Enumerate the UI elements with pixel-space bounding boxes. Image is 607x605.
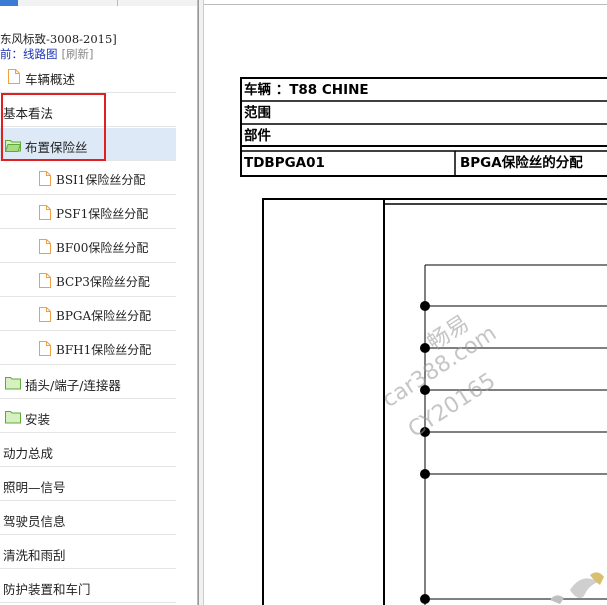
file-icon xyxy=(39,273,51,288)
tree-item-label: BF00保险丝分配 xyxy=(56,241,149,255)
tree-item-label: BPGA保险丝分配 xyxy=(56,309,152,323)
folder-icon xyxy=(5,411,21,424)
tree-item-label: 清洗和雨刮 xyxy=(3,548,66,563)
tree-item-connectors[interactable]: 插头/端子/连接器 xyxy=(0,366,176,399)
tree-item-vehicle-overview[interactable]: 车辆概述 xyxy=(0,60,176,93)
active-tab[interactable] xyxy=(0,0,18,6)
file-icon xyxy=(39,205,51,220)
tree-item-label: 车辆概述 xyxy=(25,72,76,87)
document-title: 东风标致-3008-2015] xyxy=(0,32,117,46)
tree-item-label: 插头/端子/连接器 xyxy=(25,378,121,393)
tree-item-label: 驾驶员信息 xyxy=(3,514,66,529)
tree-item-driver-info[interactable]: 驾驶员信息 xyxy=(0,502,176,535)
file-icon xyxy=(39,171,51,186)
wire-junction-dot xyxy=(420,301,430,311)
tree-item-wash-wipe[interactable]: 清洗和雨刮 xyxy=(0,536,176,569)
tree-item-label: BFH1保险丝分配 xyxy=(56,343,152,357)
tree-item-psf1-fuse[interactable]: PSF1保险丝分配 xyxy=(0,196,176,229)
tree-item-bfh1-fuse[interactable]: BFH1保险丝分配 xyxy=(0,332,176,365)
tree-item-bsi1-fuse[interactable]: BSI1保险丝分配 xyxy=(0,162,176,195)
vehicle-field: 车辆 ：T88 CHINE xyxy=(244,82,369,98)
breadcrumb-prefix: 前： xyxy=(0,47,23,61)
folder-icon xyxy=(5,377,21,390)
tree-item-label: PSF1保险丝分配 xyxy=(56,207,149,221)
tree-item-label: BCP3保险丝分配 xyxy=(56,275,150,289)
breadcrumb-link-wiring[interactable]: 线路图 xyxy=(23,47,58,61)
document-viewer[interactable]: 车辆 ：T88 CHINE 范围 部件 TDBPGA01 BPGA保险丝的分配 … xyxy=(198,0,607,605)
navigation-tree-panel: 东风标致-3008-2015] 前：线路图 [刷新] 车辆概述 基本看法 布置保险… xyxy=(0,0,198,605)
tree-item-installation[interactable]: 安装 xyxy=(0,400,176,433)
red-highlight-annotation xyxy=(1,93,106,161)
part-field: 部件 xyxy=(244,128,271,144)
document-heading: BPGA保险丝的分配 xyxy=(460,155,583,171)
tree-item-lighting-signal[interactable]: 照明—信号 xyxy=(0,468,176,501)
document-code: TDBPGA01 xyxy=(244,155,325,171)
scope-field: 范围 xyxy=(244,105,271,121)
refresh-link[interactable]: [刷新] xyxy=(62,47,94,61)
file-icon xyxy=(39,341,51,356)
tree-item-bpga-fuse[interactable]: BPGA保险丝分配 xyxy=(0,298,176,331)
toolbar-strip xyxy=(0,0,197,6)
tree-item-label: 防护装置和车门 xyxy=(3,582,91,597)
tree-item-label: BSI1保险丝分配 xyxy=(56,173,146,187)
file-icon xyxy=(39,307,51,322)
tree-item-powertrain[interactable]: 动力总成 xyxy=(0,434,176,467)
tree-item-label: 照明—信号 xyxy=(3,480,66,495)
file-icon xyxy=(8,69,20,84)
tree-item-protection-doors[interactable]: 防护装置和车门 xyxy=(0,570,176,603)
file-icon xyxy=(39,239,51,254)
wire-junction-dot xyxy=(420,594,430,604)
tree-item-label: 安装 xyxy=(25,412,51,427)
tab-divider xyxy=(117,0,118,6)
wire-junction-dot xyxy=(420,469,430,479)
tree-item-label: 动力总成 xyxy=(3,446,54,461)
tree-item-bf00-fuse[interactable]: BF00保险丝分配 xyxy=(0,230,176,263)
tree-item-bcp3-fuse[interactable]: BCP3保险丝分配 xyxy=(0,264,176,297)
